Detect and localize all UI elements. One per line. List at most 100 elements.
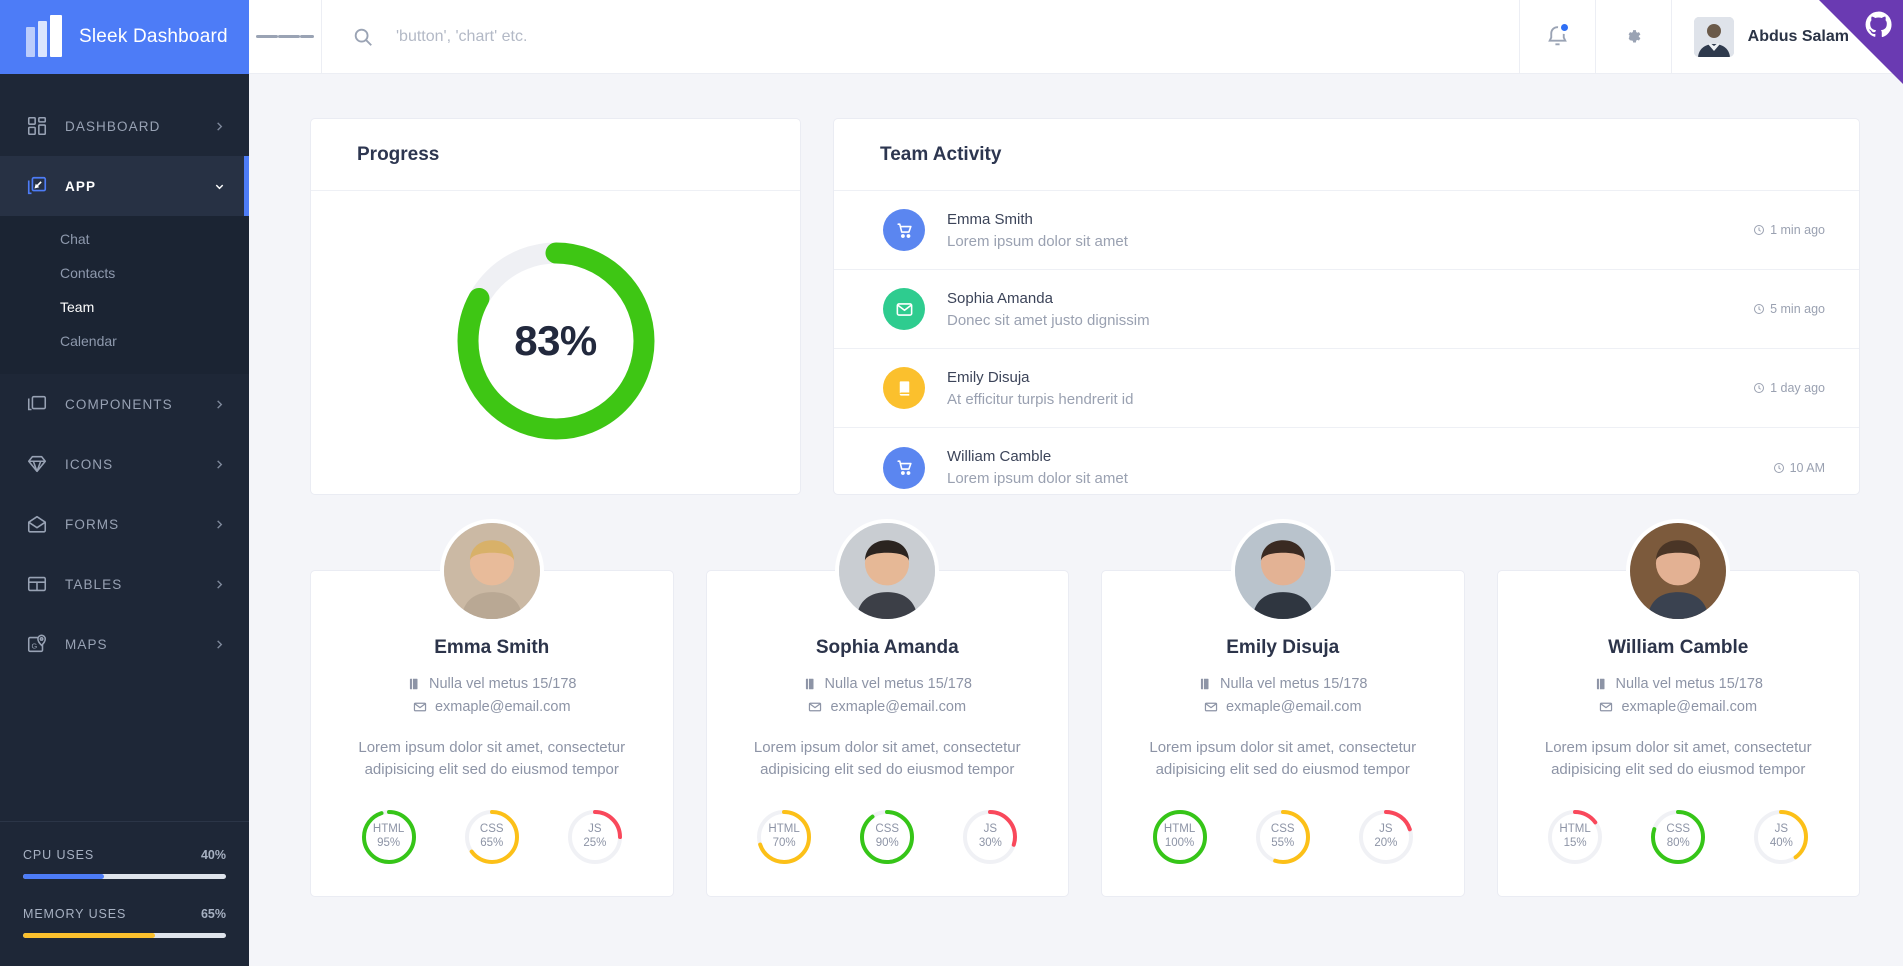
hamburger-icon[interactable]	[249, 33, 321, 41]
skill-name: CSS	[480, 823, 504, 836]
skill-value: 90%	[876, 837, 899, 850]
memory-usage-label: MEMORY USES	[23, 907, 126, 921]
skill-value: 95%	[377, 837, 400, 850]
activity-row[interactable]: William CambleLorem ipsum dolor sit amet…	[834, 428, 1859, 507]
search-input[interactable]	[396, 28, 1519, 46]
envelope-icon	[883, 288, 925, 330]
activity-name: Emma Smith	[947, 211, 1753, 228]
shopping-cart-icon	[883, 209, 925, 251]
avatar	[835, 519, 939, 623]
clock-icon	[1753, 382, 1765, 394]
team-member-email[interactable]: exmaple@email.com	[337, 699, 647, 715]
team-member-card[interactable]: William CambleNulla vel metus 15/178exma…	[1497, 570, 1861, 897]
activity-title: Team Activity	[880, 144, 1001, 165]
team-member-bio: Lorem ipsum dolor sit amet, consectetur …	[347, 737, 637, 781]
skill-name: HTML	[1164, 823, 1195, 836]
activity-name: Sophia Amanda	[947, 290, 1753, 307]
chevron-down-icon	[214, 181, 225, 192]
notifications-button[interactable]	[1520, 0, 1595, 74]
team-member-bio: Lorem ipsum dolor sit amet, consectetur …	[1138, 737, 1428, 781]
skill-ring: CSS80%	[1648, 807, 1708, 867]
skill-ring: HTML15%	[1545, 807, 1605, 867]
sidebar-item-dashboard[interactable]: DASHBOARD	[0, 96, 249, 156]
skill-ring: HTML70%	[754, 807, 814, 867]
skill-value: 80%	[1667, 837, 1690, 850]
memory-usage-track	[23, 933, 226, 938]
activity-description: Lorem ipsum dolor sit amet	[947, 470, 1773, 487]
team-member-card[interactable]: Emily DisujaNulla vel metus 15/178exmapl…	[1101, 570, 1465, 897]
sidebar-subitem-team[interactable]: Team	[0, 290, 249, 324]
cpu-usage: CPU USES 40%	[23, 848, 226, 879]
envelope-icon	[1204, 700, 1218, 714]
main-area: Abdus Salam Progress	[249, 0, 1903, 966]
sidebar-item-label: COMPONENTS	[65, 397, 197, 412]
memory-usage-value: 65%	[201, 907, 226, 921]
activity-timestamp: 1 min ago	[1753, 223, 1825, 237]
top-row: Progress 83% Team Act	[310, 118, 1860, 495]
sidebar-subitem-chat[interactable]: Chat	[0, 222, 249, 256]
team-member-card[interactable]: Sophia AmandaNulla vel metus 15/178exmap…	[706, 570, 1070, 897]
cpu-usage-track	[23, 874, 226, 879]
activity-description: Lorem ipsum dolor sit amet	[947, 233, 1753, 250]
table-grid-icon	[26, 573, 48, 595]
team-activity-card: Team Activity Emma Smith Lorem ipsum dolo…	[833, 118, 1860, 495]
page-content: Progress 83% Team Act	[249, 74, 1903, 966]
sidebar-item-app[interactable]: APP	[0, 156, 249, 216]
cpu-usage-label: CPU USES	[23, 848, 94, 862]
sidebar-item-components[interactable]: COMPONENTS	[0, 374, 249, 434]
activity-text: Sophia AmandaDonec sit amet justo dignis…	[947, 290, 1753, 329]
sidebar-item-tables[interactable]: TABLES	[0, 554, 249, 614]
progress-card-header: Progress	[311, 119, 800, 191]
book-icon	[883, 367, 925, 409]
cpu-usage-value: 40%	[201, 848, 226, 862]
team-member-name: Emma Smith	[337, 637, 647, 659]
skill-name: JS	[1379, 823, 1392, 836]
search-icon	[352, 26, 374, 48]
sidebar: Sleek Dashboard DASHBOARD	[0, 0, 249, 966]
sidebar-item-icons[interactable]: ICONS	[0, 434, 249, 494]
chevron-right-icon	[214, 121, 225, 132]
activity-text: Emily DisujaAt efficitur turpis hendreri…	[947, 369, 1753, 408]
team-member-card[interactable]: Emma SmithNulla vel metus 15/178exmaple@…	[310, 570, 674, 897]
team-member-address: Nulla vel metus 15/178	[1524, 676, 1834, 692]
copy-folder-icon	[26, 393, 48, 415]
team-member-skills: HTML70%CSS90%JS30%	[733, 807, 1043, 867]
book-icon	[407, 677, 421, 691]
progress-card: Progress 83%	[310, 118, 801, 495]
bars-logo-icon	[26, 17, 62, 57]
avatar	[1231, 519, 1335, 623]
skill-label: HTML15%	[1545, 807, 1605, 867]
sidebar-item-maps[interactable]: G MAPS	[0, 614, 249, 674]
search-bar[interactable]	[322, 26, 1519, 48]
avatar	[1694, 17, 1734, 57]
team-member-name: Sophia Amanda	[733, 637, 1043, 659]
activity-row[interactable]: Sophia AmandaDonec sit amet justo dignis…	[834, 270, 1859, 349]
settings-button[interactable]	[1596, 0, 1671, 74]
progress-chart: 83%	[311, 191, 800, 491]
sidebar-subitem-contacts[interactable]: Contacts	[0, 256, 249, 290]
sidebar-item-forms[interactable]: FORMS	[0, 494, 249, 554]
team-member-email[interactable]: exmaple@email.com	[733, 699, 1043, 715]
team-member-email[interactable]: exmaple@email.com	[1128, 699, 1438, 715]
clock-icon	[1753, 303, 1765, 315]
progress-value: 83%	[453, 238, 659, 444]
chevron-right-icon	[214, 399, 225, 410]
chevron-right-icon	[214, 639, 225, 650]
system-usage: CPU USES 40% MEMORY USES 65%	[0, 821, 249, 966]
activity-row[interactable]: Emily DisujaAt efficitur turpis hendreri…	[834, 349, 1859, 428]
topbar: Abdus Salam	[249, 0, 1903, 74]
avatar	[440, 519, 544, 623]
activity-row[interactable]: Emma Smith Lorem ipsum dolor sit amet1 mi…	[834, 191, 1859, 270]
github-corner[interactable]	[1819, 0, 1903, 84]
team-member-email[interactable]: exmaple@email.com	[1524, 699, 1834, 715]
brand[interactable]: Sleek Dashboard	[0, 0, 249, 74]
skill-name: HTML	[768, 823, 799, 836]
skill-ring: JS20%	[1356, 807, 1416, 867]
team-member-bio: Lorem ipsum dolor sit amet, consectetur …	[1533, 737, 1823, 781]
cpu-usage-fill	[23, 874, 104, 879]
skill-name: JS	[984, 823, 997, 836]
memory-usage: MEMORY USES 65%	[23, 907, 226, 938]
sidebar-item-label: APP	[65, 179, 197, 194]
sidebar-subitem-calendar[interactable]: Calendar	[0, 324, 249, 358]
skill-value: 70%	[773, 837, 796, 850]
